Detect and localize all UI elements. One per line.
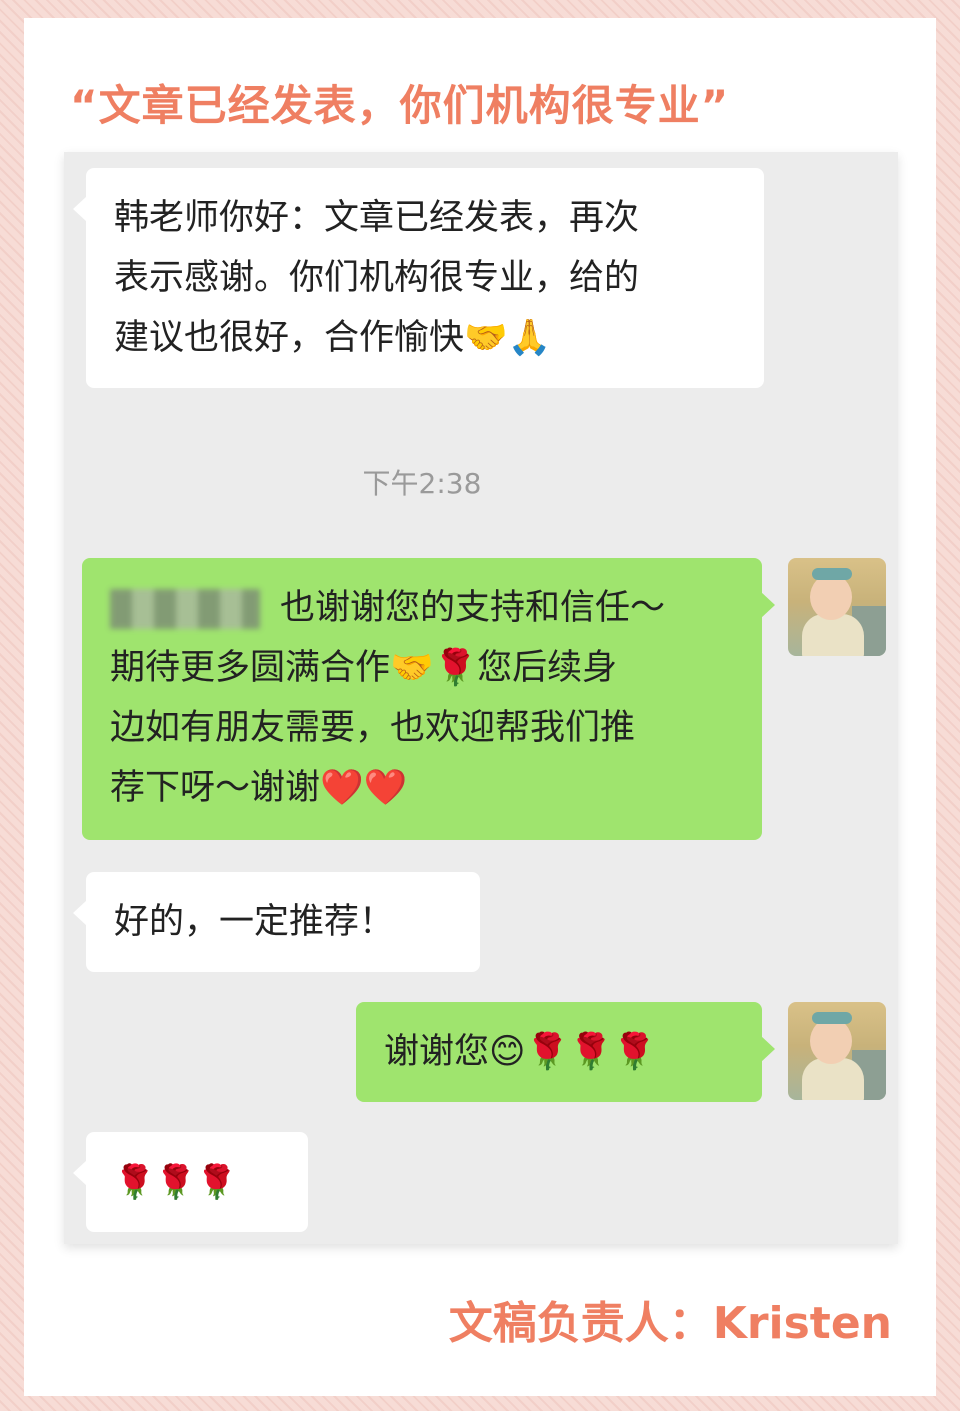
message-line: 🌹🌹🌹	[114, 1162, 238, 1201]
message-bubble-incoming[interactable]: 好的，一定推荐！	[73, 872, 480, 972]
message-timestamp: 下午2:38	[362, 467, 482, 500]
message-line: 荐下呀～谢谢❤️❤️	[110, 768, 408, 808]
message-bubble-incoming[interactable]: 🌹🌹🌹	[73, 1132, 308, 1232]
redacted-name-blur	[110, 589, 260, 629]
page-title: “文章已经发表，你们机构很专业”	[70, 81, 730, 130]
message-line-with-redacted-name: 也谢谢您的支持和信任～	[110, 578, 734, 638]
message-line: 谢谢您😊🌹🌹🌹	[384, 1032, 657, 1072]
author-credit: 文稿负责人：Kristen	[448, 1298, 892, 1349]
user-avatar[interactable]	[788, 558, 886, 656]
message-bubble-outgoing[interactable]: 谢谢您😊🌹🌹🌹	[356, 1002, 775, 1102]
avatar-figure	[802, 1058, 864, 1100]
chat-screenshot: 韩老师你好：文章已经发表，再次 表示感谢。你们机构很专业，给的 建议也很好，合作…	[64, 152, 898, 1244]
message-line: 表示感谢。你们机构很专业，给的	[114, 258, 640, 298]
message-line: 好的，一定推荐！	[114, 902, 395, 942]
message-line: 建议也很好，合作愉快🤝🙏	[114, 318, 552, 358]
message-line: 韩老师你好：文章已经发表，再次	[114, 198, 640, 238]
avatar-figure	[802, 614, 864, 656]
avatar-headband	[812, 1012, 852, 1024]
message-bubble-incoming[interactable]: 韩老师你好：文章已经发表，再次 表示感谢。你们机构很专业，给的 建议也很好，合作…	[73, 168, 764, 388]
user-avatar[interactable]	[788, 1002, 886, 1100]
message-text: 也谢谢您的支持和信任～	[280, 588, 666, 628]
avatar-face	[810, 574, 852, 620]
message-bubble-outgoing[interactable]: 也谢谢您的支持和信任～ 期待更多圆满合作🤝🌹您后续身 边如有朋友需要，也欢迎帮我…	[82, 558, 775, 840]
avatar-face	[810, 1018, 852, 1064]
message-line: 边如有朋友需要，也欢迎帮我们推	[110, 708, 636, 748]
avatar-headband	[812, 568, 852, 580]
message-line: 期待更多圆满合作🤝🌹您后续身	[110, 648, 618, 688]
